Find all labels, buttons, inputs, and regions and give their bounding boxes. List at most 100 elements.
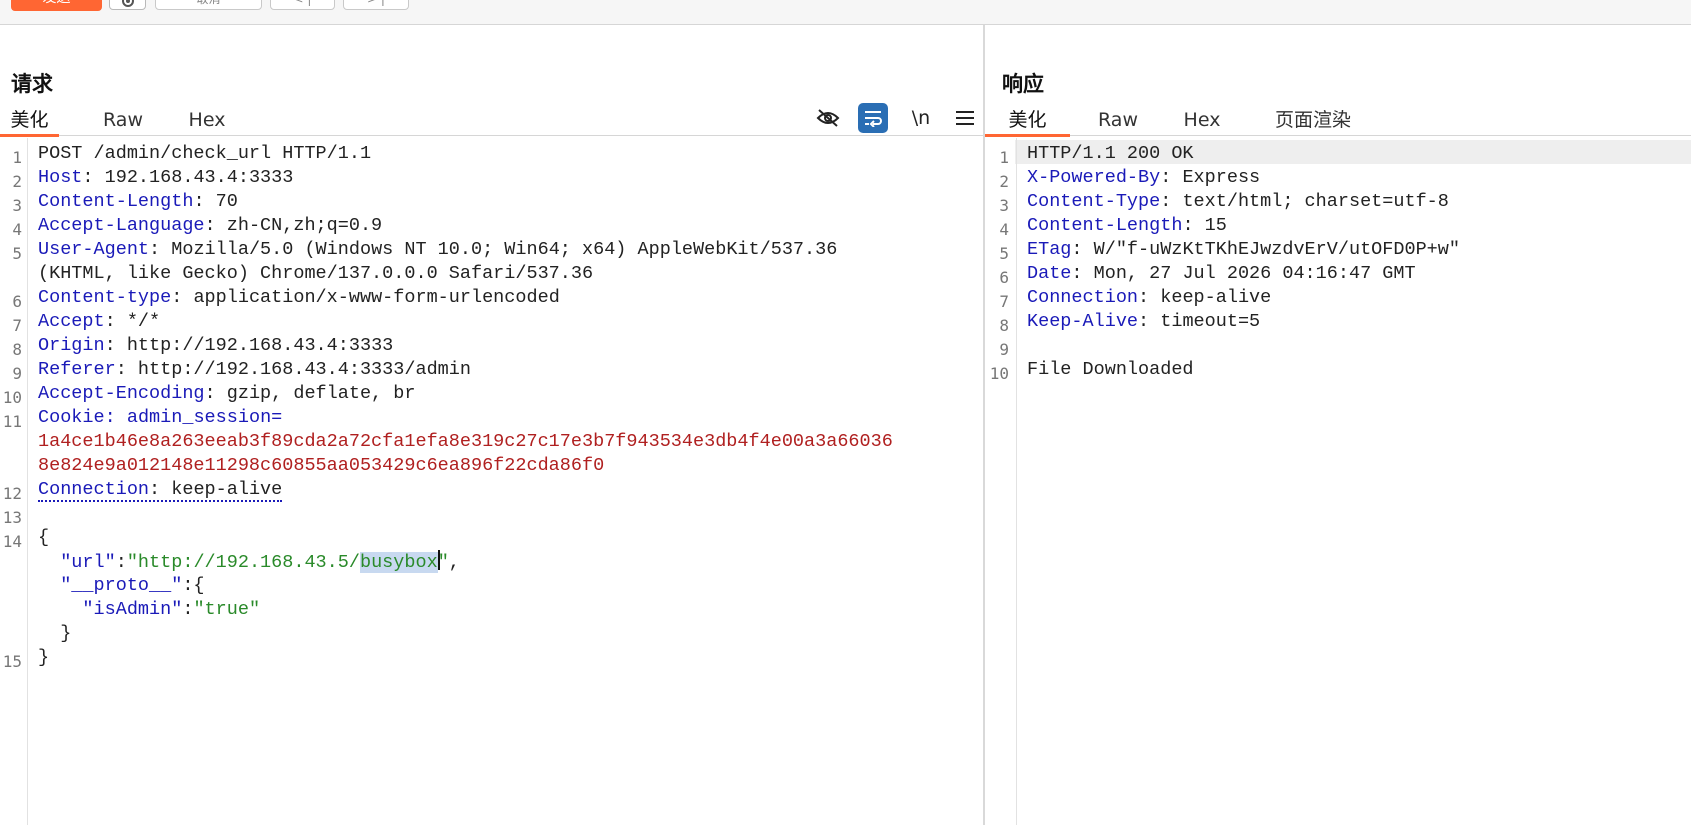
- line-number: 15: [2, 652, 22, 671]
- cancel-button[interactable]: 取消: [155, 0, 262, 10]
- header-name: Content-type: [38, 287, 172, 308]
- request-line: }: [38, 622, 71, 646]
- settings-button[interactable]: [109, 0, 146, 10]
- header-value: : text/html; charset=utf-8: [1160, 191, 1449, 212]
- request-line: Accept-Encoding: gzip, deflate, br: [38, 382, 415, 406]
- request-line: Accept-Language: zh-CN,zh;q=0.9: [38, 214, 382, 238]
- request-line: "__proto__":{: [38, 574, 205, 598]
- header-value: : 192.168.43.4:3333: [82, 167, 294, 188]
- next-button[interactable]: > |: [343, 0, 409, 10]
- json-colon: :{: [182, 575, 205, 596]
- header-name: X-Powered-By: [1027, 167, 1161, 188]
- tab-hex[interactable]: Hex: [180, 105, 234, 136]
- header-value: : Mozilla/5.0 (Windows NT 10.0; Win64; x…: [149, 239, 838, 260]
- request-line: Cookie: admin_session=: [38, 406, 282, 430]
- request-title: 请求: [11, 72, 53, 96]
- request-line: Referer: http://192.168.43.4:3333/admin: [38, 358, 471, 382]
- request-line: Origin: http://192.168.43.4:3333: [38, 334, 393, 358]
- wrap-icon: [865, 111, 882, 127]
- menu-button[interactable]: [950, 103, 980, 133]
- header-value: (KHTML, like Gecko) Chrome/137.0.0.0 Saf…: [38, 263, 594, 284]
- cookie-equals: =: [271, 407, 283, 428]
- json-key: "url": [38, 552, 116, 573]
- hide-icon-button[interactable]: [813, 103, 843, 133]
- eye-slash-icon: [816, 109, 840, 127]
- send-button[interactable]: 发送: [11, 0, 102, 11]
- response-pane: 响应 美化 Raw Hex 页面渲染 1 2 3 4 5 6 7 8 9 10 …: [985, 25, 1691, 825]
- line-number: 5: [999, 244, 1009, 263]
- tab-raw[interactable]: Raw: [96, 105, 150, 136]
- response-line: Connection: keep-alive: [1027, 286, 1271, 310]
- header-name: Accept-Language: [38, 215, 205, 236]
- request-line: 8e824e9a012148e11298c60855aa053429c6ea89…: [38, 454, 604, 478]
- line-number: 7: [12, 316, 22, 335]
- selected-text: busybox: [359, 552, 438, 573]
- response-editor[interactable]: 1 2 3 4 5 6 7 8 9 10 HTTP/1.1 200 OK X-P…: [985, 138, 1691, 825]
- header-name: Date: [1027, 263, 1072, 284]
- request-line: Host: 192.168.43.4:3333: [38, 166, 293, 190]
- json-key: "isAdmin": [38, 599, 183, 620]
- header-value: : zh-CN,zh;q=0.9: [204, 215, 383, 236]
- json-comma: ,: [448, 552, 460, 573]
- header-value: : timeout=5: [1138, 311, 1261, 332]
- menu-icon: [956, 111, 974, 125]
- request-editor[interactable]: 1 2 3 4 5 6 7 8 9 10 11 12 13 14 15 POST…: [0, 138, 983, 825]
- tab-pretty[interactable]: 美化: [985, 105, 1070, 137]
- request-line: Content-Length: 70: [38, 190, 238, 214]
- response-line: HTTP/1.1 200 OK: [1027, 142, 1194, 166]
- request-line: 1a4ce1b46e8a263eeab3f89cda2a72cfa1efa8e3…: [38, 430, 893, 454]
- request-line: Connection: keep-alive: [38, 478, 283, 502]
- request-line: Accept: */*: [38, 310, 160, 334]
- header-name: Keep-Alive: [1027, 311, 1139, 332]
- request-line-text: POST /admin/check_url HTTP/1.1: [38, 143, 372, 164]
- header-value: : Mon, 27 Jul 2026 04:16:47 GMT: [1071, 263, 1416, 284]
- request-gutter: 1 2 3 4 5 6 7 8 9 10 11 12 13 14 15: [0, 138, 28, 825]
- line-number: 4: [999, 220, 1009, 239]
- request-line: "isAdmin":"true": [38, 598, 260, 622]
- line-number: 11: [2, 412, 22, 431]
- header-value: : 15: [1182, 215, 1227, 236]
- json-string-end: ": [437, 552, 449, 573]
- request-pane: 请求 美化 Raw Hex \n 1 2 3 4 5 6 7 8 9 10 11…: [0, 25, 983, 825]
- response-title: 响应: [1002, 72, 1044, 96]
- response-line: File Downloaded: [1027, 358, 1194, 382]
- line-number: 2: [999, 172, 1009, 191]
- line-number: 3: [12, 196, 22, 215]
- json-key: "__proto__": [38, 575, 183, 596]
- header-value: : http://192.168.43.4:3333: [104, 335, 394, 356]
- header-name: Connection: [38, 479, 150, 500]
- header-value: : W/"f-uWzKtTKhEJwzdvErV/utOFD0P+w": [1071, 239, 1460, 260]
- response-tabs: 美化 Raw Hex 页面渲染: [985, 105, 1691, 137]
- json-brace: }: [38, 647, 50, 668]
- json-string: "http://192.168.43.5/: [126, 552, 360, 573]
- header-value: : */*: [104, 311, 161, 332]
- header-separator: :: [104, 407, 127, 428]
- response-line: Content-Length: 15: [1027, 214, 1227, 238]
- line-number: 8: [12, 340, 22, 359]
- header-name: User-Agent: [38, 239, 150, 260]
- line-number: 7: [999, 292, 1009, 311]
- wrap-toggle[interactable]: [858, 103, 888, 133]
- tab-hex[interactable]: Hex: [1175, 105, 1229, 136]
- line-number: 5: [12, 244, 22, 263]
- response-line: X-Powered-By: Express: [1027, 166, 1260, 190]
- request-line: }: [38, 646, 49, 670]
- tab-raw[interactable]: Raw: [1091, 105, 1145, 136]
- prev-button[interactable]: < |: [270, 0, 335, 10]
- tab-render[interactable]: 页面渲染: [1255, 105, 1371, 136]
- tab-pretty[interactable]: 美化: [0, 105, 59, 137]
- line-number: 10: [989, 364, 1009, 383]
- response-line: ETag: W/"f-uWzKtTKhEJwzdvErV/utOFD0P+w": [1027, 238, 1460, 262]
- json-string: "true": [193, 599, 261, 620]
- header-name: Referer: [38, 359, 116, 380]
- response-gutter: 1 2 3 4 5 6 7 8 9 10: [985, 138, 1017, 825]
- request-line: {: [38, 526, 49, 550]
- request-line: Content-type: application/x-www-form-url…: [38, 286, 560, 310]
- newline-toggle[interactable]: \n: [906, 103, 936, 133]
- newline-icon: \n: [911, 107, 931, 129]
- line-number: 13: [2, 508, 22, 527]
- status-line: HTTP/1.1 200 OK: [1027, 143, 1194, 164]
- response-line: Date: Mon, 27 Jul 2026 04:16:47 GMT: [1027, 262, 1416, 286]
- response-line: Content-Type: text/html; charset=utf-8: [1027, 190, 1449, 214]
- request-line: (KHTML, like Gecko) Chrome/137.0.0.0 Saf…: [38, 262, 593, 286]
